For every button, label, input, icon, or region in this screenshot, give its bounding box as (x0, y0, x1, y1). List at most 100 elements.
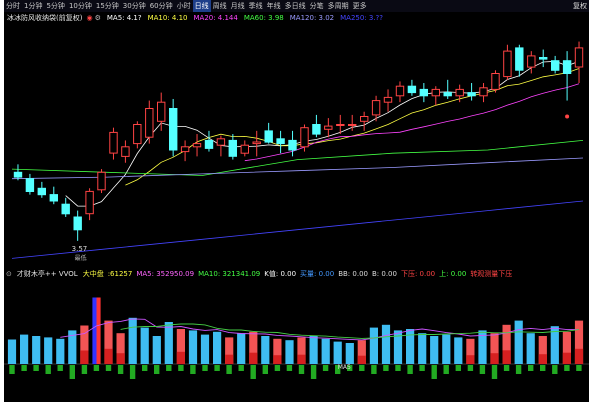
candle[interactable] (169, 98, 178, 157)
volume-bar[interactable] (285, 340, 294, 371)
volume-bar[interactable] (104, 320, 113, 371)
adjust-toggle[interactable]: 复权 (573, 0, 587, 12)
candle[interactable] (13, 164, 23, 181)
candle[interactable] (407, 79, 417, 96)
candle[interactable] (539, 49, 548, 68)
period-tab[interactable]: 年线 (265, 0, 283, 12)
candle[interactable] (574, 41, 584, 84)
period-tab[interactable]: 10分钟 (67, 0, 94, 12)
period-tab[interactable]: 分时 (4, 0, 22, 12)
indicator-settings-icon[interactable]: ⊙ (4, 268, 14, 280)
candle[interactable] (49, 186, 58, 205)
candle[interactable] (527, 51, 536, 74)
candle[interactable] (121, 140, 130, 163)
volume-bar[interactable] (92, 297, 101, 372)
period-tab[interactable]: 更多 (351, 0, 369, 12)
candle[interactable] (85, 188, 94, 221)
candle[interactable] (491, 70, 500, 93)
period-tab[interactable]: 分笔 (308, 0, 326, 12)
volume-bar[interactable] (406, 329, 415, 374)
period-tab[interactable]: 季线 (247, 0, 265, 12)
period-tab[interactable]: 15分钟 (94, 0, 121, 12)
volume-bar[interactable] (188, 330, 198, 374)
candle[interactable] (324, 118, 333, 138)
candle[interactable] (383, 89, 393, 112)
volume-bar[interactable] (20, 334, 29, 371)
volume-bar[interactable] (7, 339, 17, 375)
candle[interactable] (419, 83, 429, 103)
volume-bar[interactable] (309, 336, 318, 379)
volume-bar[interactable] (418, 333, 427, 371)
candle[interactable] (562, 51, 572, 101)
period-tab[interactable]: 5分钟 (44, 0, 66, 12)
period-tab[interactable]: 1分钟 (22, 0, 44, 12)
volume-bar[interactable] (200, 334, 210, 371)
volume-bar[interactable] (213, 331, 222, 371)
volume-bar[interactable] (574, 320, 584, 371)
candle[interactable] (431, 86, 441, 106)
volume-bar[interactable] (526, 333, 535, 371)
volume-bar[interactable] (68, 330, 77, 379)
candle[interactable] (73, 210, 82, 241)
volume-bar[interactable] (357, 340, 366, 371)
volume-bar[interactable] (261, 336, 270, 374)
candle[interactable] (467, 83, 476, 101)
volume-bar[interactable] (478, 330, 487, 374)
candle[interactable] (360, 111, 369, 131)
candle[interactable] (192, 134, 202, 157)
candle[interactable] (252, 130, 261, 157)
candle[interactable] (133, 121, 142, 149)
candle[interactable] (443, 79, 452, 99)
volume-bar[interactable] (442, 334, 451, 374)
candle[interactable] (551, 55, 560, 74)
candlestick-chart[interactable]: 3.57最低 (4, 24, 589, 268)
volume-bar[interactable] (116, 333, 125, 374)
volume-bar[interactable] (466, 338, 475, 371)
candle[interactable] (515, 44, 524, 77)
volume-bar[interactable] (273, 338, 282, 371)
period-tab[interactable]: 30分钟 (121, 0, 148, 12)
volume-bar[interactable] (490, 333, 499, 379)
candle[interactable] (312, 114, 321, 138)
candle[interactable] (276, 130, 285, 154)
candle[interactable] (228, 134, 238, 160)
volume-bar[interactable] (225, 337, 234, 374)
volume-bar[interactable] (237, 333, 246, 371)
candle[interactable] (503, 44, 512, 80)
volume-bar[interactable] (562, 331, 571, 371)
candle[interactable] (395, 81, 405, 103)
volume-bar[interactable] (514, 320, 523, 374)
candle[interactable] (240, 140, 250, 157)
volume-bar[interactable] (32, 336, 41, 371)
period-tab[interactable]: 周线 (211, 0, 229, 12)
period-tab[interactable]: 多日线 (283, 0, 308, 12)
period-tab[interactable]: 多周期 (326, 0, 351, 12)
candle[interactable] (479, 83, 488, 103)
candle[interactable] (109, 127, 118, 160)
candle[interactable] (157, 92, 166, 131)
candle[interactable] (288, 130, 297, 157)
volume-bar[interactable] (297, 337, 306, 374)
candle[interactable] (204, 130, 214, 152)
period-tab[interactable]: 60分钟 (148, 0, 175, 12)
period-tab[interactable]: 日线 (192, 0, 211, 12)
candle[interactable] (145, 100, 154, 144)
candle[interactable] (300, 124, 309, 152)
volume-bar[interactable] (454, 337, 463, 371)
period-tab[interactable]: 小时 (175, 0, 193, 12)
volume-bar[interactable] (164, 322, 173, 371)
candle[interactable] (61, 197, 70, 217)
add-indicator-icon[interactable]: ◉ (85, 12, 93, 24)
volume-bar[interactable] (176, 329, 185, 371)
volume-bar[interactable] (152, 336, 161, 374)
settings-icon[interactable]: ⚙ (94, 12, 104, 24)
volume-indicator-chart[interactable]: MA5 (4, 280, 589, 402)
volume-bar[interactable] (44, 337, 53, 374)
period-tab[interactable]: 月线 (229, 0, 247, 12)
volume-bar[interactable] (430, 336, 439, 379)
volume-bar[interactable] (321, 338, 330, 371)
volume-bar[interactable] (550, 326, 559, 374)
candle[interactable] (264, 122, 273, 144)
candle[interactable] (97, 169, 106, 194)
volume-bar[interactable] (538, 336, 547, 371)
